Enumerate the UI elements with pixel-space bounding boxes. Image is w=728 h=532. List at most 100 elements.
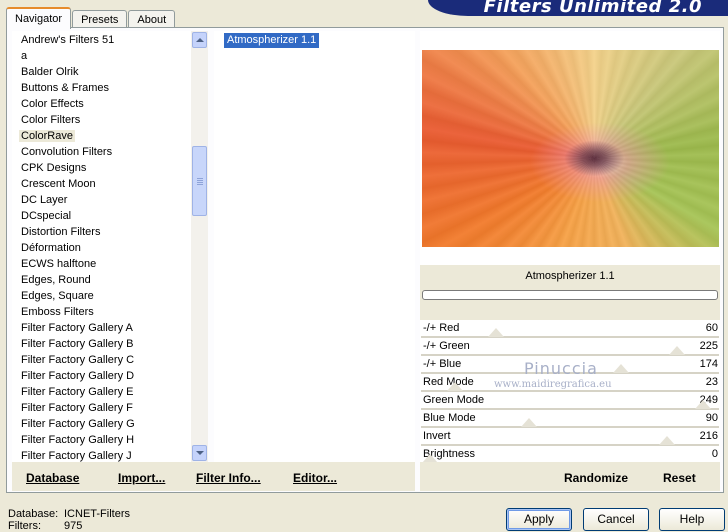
category-item-label: Balder Olrik	[21, 66, 79, 78]
category-item-label: Buttons & Frames	[21, 82, 110, 94]
slider-knob[interactable]	[487, 328, 504, 337]
category-item[interactable]: Crescent Moon	[12, 176, 208, 192]
category-item[interactable]: Balder Olrik	[12, 64, 208, 80]
editor-button-label: Editor...	[293, 471, 338, 485]
parameter-slider[interactable]: Blue Mode 90	[420, 410, 720, 428]
parameter-value: 60	[705, 322, 718, 334]
editor-button[interactable]: Editor...	[293, 471, 337, 485]
category-item[interactable]: ECWS halftone	[12, 256, 208, 272]
database-button[interactable]: Database	[26, 471, 79, 485]
apply-button[interactable]: Apply	[506, 508, 572, 531]
randomize-button[interactable]: Randomize	[564, 471, 628, 485]
category-item[interactable]: Filter Factory Gallery J	[12, 448, 208, 462]
category-item[interactable]: Filter Factory Gallery G	[12, 416, 208, 432]
category-item-label: Color Filters	[21, 114, 81, 126]
category-item-label: DCspecial	[21, 210, 72, 222]
category-item[interactable]: Distortion Filters	[12, 224, 208, 240]
category-item-label: Filter Factory Gallery E	[21, 386, 134, 398]
preview-swirl-overlay	[422, 50, 719, 247]
category-item[interactable]: ColorRave	[12, 128, 208, 144]
category-item[interactable]: Andrew's Filters 51	[12, 32, 208, 48]
category-item[interactable]: Filter Factory Gallery F	[12, 400, 208, 416]
right-button-bar: Randomize Reset	[420, 462, 720, 491]
parameter-label: -/+ Blue	[423, 358, 462, 370]
left-button-bar: Database Import... Filter Info... Editor…	[12, 462, 415, 491]
category-item[interactable]: Buttons & Frames	[12, 80, 208, 96]
category-item[interactable]: Convolution Filters	[12, 144, 208, 160]
parameter-label: -/+ Red	[423, 322, 460, 334]
tab-about[interactable]: About	[128, 10, 176, 28]
category-item-label: ColorRave	[19, 130, 75, 142]
category-item[interactable]: Filter Factory Gallery D	[12, 368, 208, 384]
database-button-label: Database	[26, 471, 80, 485]
slider-knob[interactable]	[668, 346, 685, 355]
slider-knob[interactable]	[612, 364, 629, 373]
scroll-thumb[interactable]	[192, 146, 207, 216]
category-item[interactable]: Emboss Filters	[12, 304, 208, 320]
parameter-value: 216	[699, 430, 718, 442]
category-item-label: Andrew's Filters 51	[21, 34, 115, 46]
category-item-label: Filter Factory Gallery D	[21, 370, 135, 382]
slider-knob[interactable]	[520, 418, 537, 427]
cancel-button[interactable]: Cancel	[583, 508, 649, 531]
category-item-label: Emboss Filters	[21, 306, 94, 318]
category-item[interactable]: Filter Factory Gallery H	[12, 432, 208, 448]
slider-knob[interactable]	[695, 400, 712, 409]
category-item[interactable]: Color Effects	[12, 96, 208, 112]
category-item-label: Filter Factory Gallery J	[21, 450, 132, 462]
category-item[interactable]: Filter Factory Gallery E	[12, 384, 208, 400]
filters-label: Filters:	[8, 520, 41, 532]
scroll-down-button[interactable]	[192, 445, 207, 461]
category-item-label: CPK Designs	[21, 162, 87, 174]
scroll-up-button[interactable]	[192, 32, 207, 48]
import-button[interactable]: Import...	[118, 471, 165, 485]
import-button-label: Import...	[118, 471, 166, 485]
filter-item-atmospherizer[interactable]: Atmospherizer 1.1	[224, 33, 320, 48]
parameter-slider[interactable]: -/+ Red 60	[420, 320, 720, 338]
category-item[interactable]: Filter Factory Gallery C	[12, 352, 208, 368]
parameter-slider[interactable]: Green Mode 249	[420, 392, 720, 410]
chevron-down-icon	[196, 451, 204, 455]
slider-knob[interactable]	[447, 382, 464, 391]
category-item[interactable]: a	[12, 48, 208, 64]
parameter-label: Invert	[423, 430, 451, 442]
parameter-value: 0	[711, 448, 718, 460]
parameter-value: 225	[699, 340, 718, 352]
slider-knob[interactable]	[659, 436, 676, 445]
parameter-label: -/+ Green	[423, 340, 470, 352]
parameter-value: 174	[699, 358, 718, 370]
reset-button[interactable]: Reset	[663, 471, 696, 485]
database-value: ICNET-Filters	[64, 508, 130, 520]
category-item-label: Filter Factory Gallery G	[21, 418, 135, 430]
category-item[interactable]: Filter Factory Gallery B	[12, 336, 208, 352]
title-banner: Filters Unlimited 2.0	[428, 0, 728, 16]
category-item[interactable]: DCspecial	[12, 208, 208, 224]
tab-navigator[interactable]: Navigator	[6, 7, 72, 29]
filters-value: 975	[64, 520, 83, 532]
category-item-label: Filter Factory Gallery B	[21, 338, 134, 350]
parameter-value: 90	[705, 412, 718, 424]
category-item[interactable]: Color Filters	[12, 112, 208, 128]
category-item[interactable]: Déformation	[12, 240, 208, 256]
parameter-label: Green Mode	[423, 394, 485, 406]
category-list[interactable]: Andrew's Filters 51 a Balder Olrik Buttons …	[12, 31, 208, 462]
category-item[interactable]: Edges, Square	[12, 288, 208, 304]
parameter-slider[interactable]: -/+ Green 225	[420, 338, 720, 356]
tab-presets[interactable]: Presets	[72, 10, 128, 28]
filter-info-button[interactable]: Filter Info...	[196, 471, 261, 485]
category-item[interactable]: Edges, Round	[12, 272, 208, 288]
category-item-label: Filter Factory Gallery F	[21, 402, 133, 414]
category-item-label: Edges, Round	[21, 274, 91, 286]
category-item[interactable]: Filter Factory Gallery A	[12, 320, 208, 336]
category-item-label: Crescent Moon	[21, 178, 96, 190]
parameter-value: 23	[705, 376, 718, 388]
category-scrollbar[interactable]	[191, 31, 208, 462]
parameter-slider[interactable]: Invert 216	[420, 428, 720, 446]
category-item-label: Convolution Filters	[21, 146, 113, 158]
category-item-label: Edges, Square	[21, 290, 94, 302]
category-item[interactable]: CPK Designs	[12, 160, 208, 176]
help-button[interactable]: Help	[659, 508, 725, 531]
filter-list[interactable]: Atmospherizer 1.1	[214, 31, 415, 462]
category-item[interactable]: DC Layer	[12, 192, 208, 208]
category-item-label: Déformation	[21, 242, 81, 254]
